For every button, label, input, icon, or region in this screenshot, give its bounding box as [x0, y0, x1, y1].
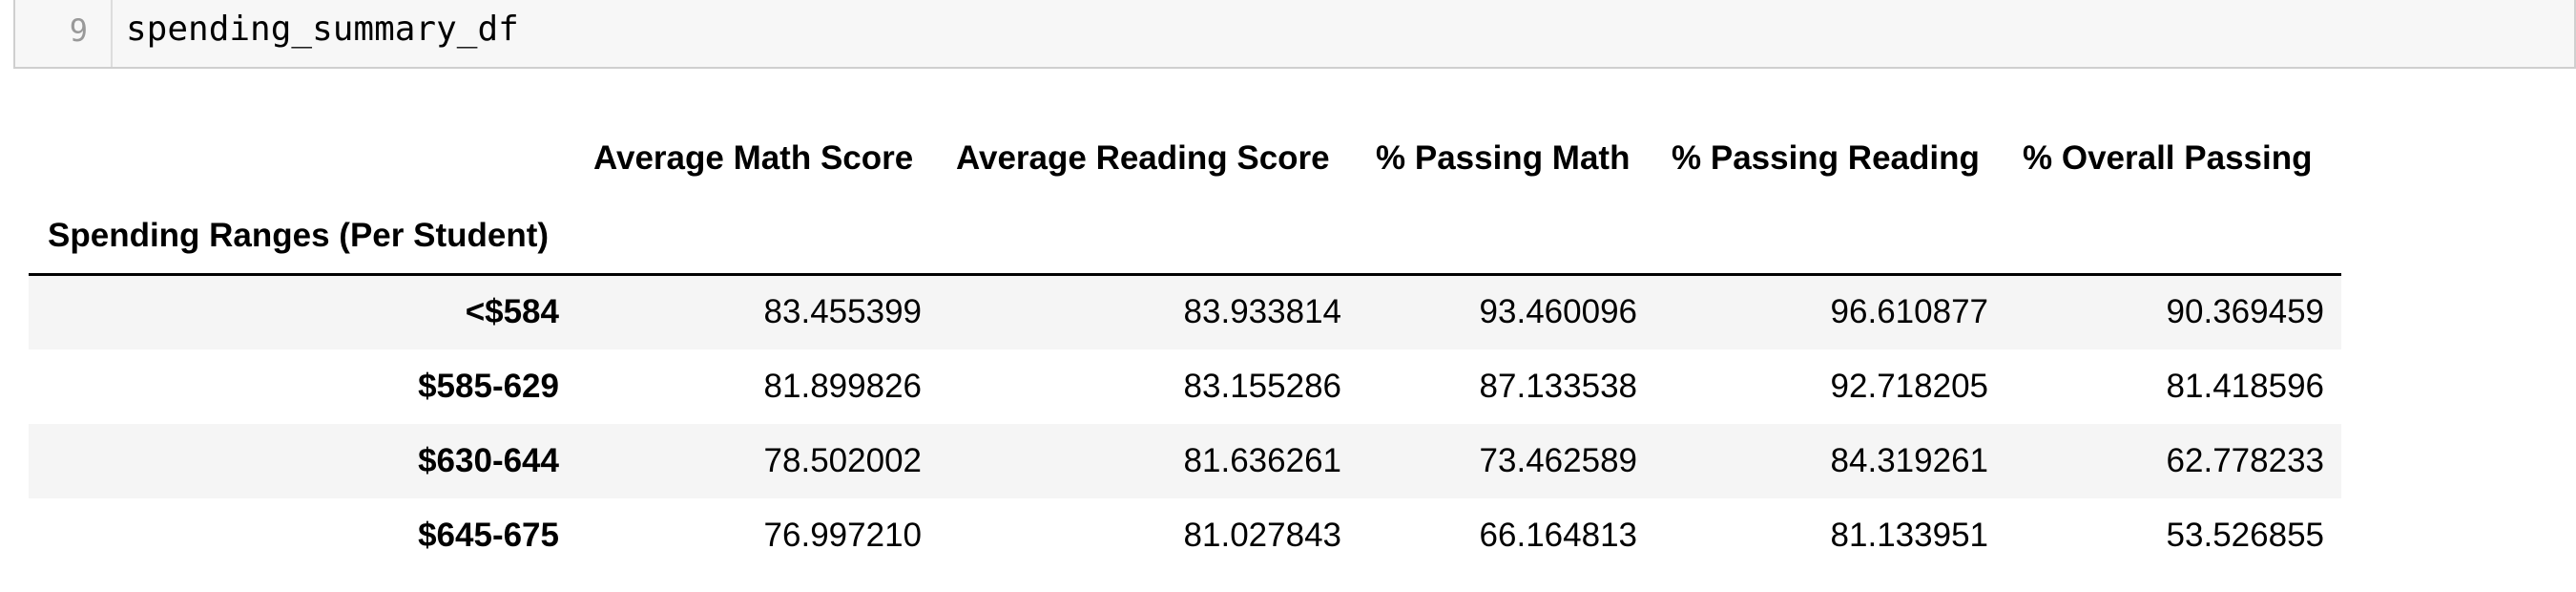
table-cell: 66.164813 — [1479, 516, 1637, 554]
row-index-label: $645-675 — [418, 516, 559, 554]
table-cell: 87.133538 — [1479, 367, 1637, 405]
cell-output: Average Math Score Average Reading Score… — [29, 124, 2341, 573]
column-header: % Passing Reading — [1672, 139, 1980, 177]
table-cell: 81.027843 — [1183, 516, 1341, 554]
header-blank — [2005, 199, 2341, 276]
table-row: <$584 83.455399 83.933814 93.460096 96.6… — [29, 274, 2341, 349]
header-blank — [29, 124, 576, 199]
row-index-label: <$584 — [465, 293, 559, 331]
table-cell: 81.636261 — [1183, 441, 1341, 479]
table-cell: 83.933814 — [1183, 293, 1341, 331]
table-cell: 81.418596 — [2166, 367, 2324, 405]
table-cell: 93.460096 — [1479, 293, 1637, 331]
table-cell: 62.778233 — [2166, 441, 2324, 479]
code-cell[interactable]: 9 spending_summary_df — [13, 0, 2576, 69]
column-header: % Overall Passing — [2023, 139, 2313, 177]
row-index-label: $585-629 — [418, 367, 559, 405]
table-cell: 84.319261 — [1830, 441, 1988, 479]
table-row: $585-629 81.899826 83.155286 87.133538 9… — [29, 349, 2341, 424]
table-cell: 92.718205 — [1830, 367, 1988, 405]
column-header: % Passing Math — [1376, 139, 1631, 177]
table-cell: 73.462589 — [1479, 441, 1637, 479]
header-blank — [1359, 199, 1654, 276]
table-cell: 90.369459 — [2166, 293, 2324, 331]
table-row: $630-644 78.502002 81.636261 73.462589 8… — [29, 423, 2341, 498]
header-blank — [1654, 199, 2005, 276]
column-header-row: Average Math Score Average Reading Score… — [29, 124, 2341, 199]
table-cell: 83.455399 — [763, 293, 922, 331]
table-cell: 81.133951 — [1830, 516, 1988, 554]
line-number: 9 — [15, 0, 113, 67]
table-cell: 83.155286 — [1183, 367, 1341, 405]
column-header: Average Reading Score — [956, 139, 1330, 177]
table-cell: 78.502002 — [763, 441, 922, 479]
table-cell: 81.899826 — [763, 367, 922, 405]
index-header-row: Spending Ranges (Per Student) — [29, 199, 2341, 276]
dataframe-table: Average Math Score Average Reading Score… — [29, 124, 2341, 573]
header-blank — [576, 199, 939, 276]
table-cell: 76.997210 — [763, 516, 922, 554]
table-row: $645-675 76.997210 81.027843 66.164813 8… — [29, 497, 2341, 573]
column-header: Average Math Score — [593, 139, 914, 177]
header-blank — [939, 199, 1359, 276]
index-name-header: Spending Ranges (Per Student) — [29, 199, 576, 276]
table-cell: 96.610877 — [1830, 293, 1988, 331]
row-index-label: $630-644 — [418, 441, 559, 479]
code-editor[interactable]: spending_summary_df — [113, 0, 2574, 67]
table-cell: 53.526855 — [2166, 516, 2324, 554]
